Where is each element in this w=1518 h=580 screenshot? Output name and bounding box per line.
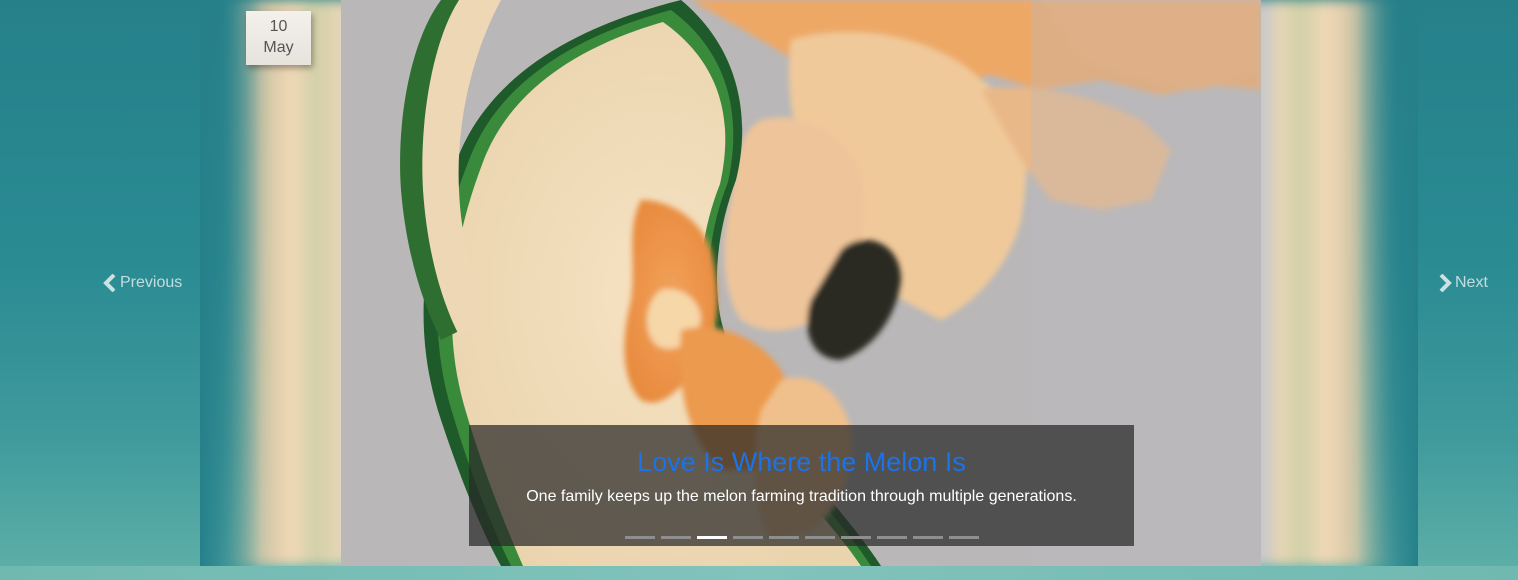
slide-indicator[interactable]	[660, 536, 691, 539]
chevron-right-icon	[1439, 274, 1452, 292]
carousel-page: Previous 10 May Love Is Where the Melon …	[0, 0, 1518, 580]
date-month: May	[263, 39, 294, 56]
slide-indicator[interactable]	[948, 536, 979, 539]
slide-indicator[interactable]	[840, 536, 871, 539]
slide-indicator[interactable]	[804, 536, 835, 539]
slide-indicators	[469, 536, 1134, 540]
slide-caption: Love Is Where the Melon Is One family ke…	[469, 425, 1134, 546]
slide-indicator[interactable]	[876, 536, 907, 539]
caption-description: One family keeps up the melon farming tr…	[526, 488, 1077, 505]
next-button[interactable]: Next	[1438, 272, 1488, 294]
slide-indicator[interactable]	[912, 536, 943, 539]
previous-label: Previous	[120, 274, 183, 291]
caption-title[interactable]: Love Is Where the Melon Is	[469, 445, 1134, 479]
slide-indicator[interactable]	[732, 536, 763, 539]
date-day: 10	[269, 18, 288, 35]
bottom-strip	[0, 566, 1518, 580]
slide-indicator[interactable]	[624, 536, 655, 539]
date-badge: 10 May	[246, 11, 311, 65]
next-label: Next	[1455, 274, 1488, 291]
previous-button[interactable]: Previous	[103, 272, 182, 294]
slide-indicator[interactable]	[768, 536, 799, 539]
slide-indicator[interactable]	[696, 536, 727, 539]
chevron-left-icon	[103, 274, 116, 292]
